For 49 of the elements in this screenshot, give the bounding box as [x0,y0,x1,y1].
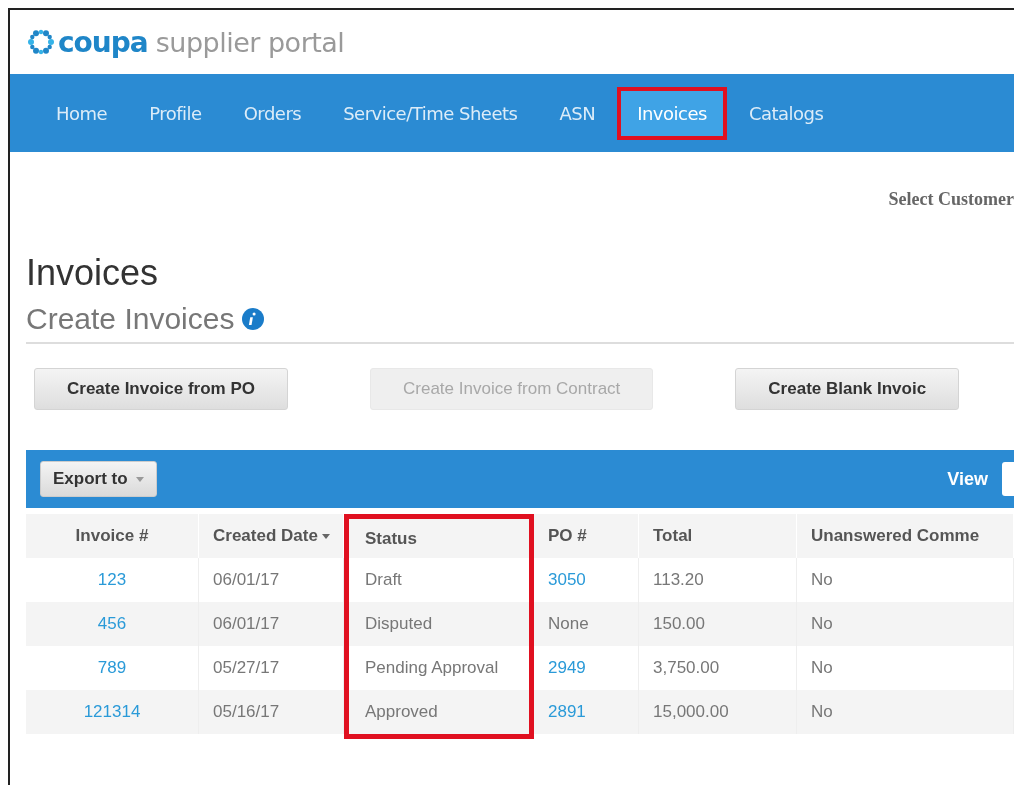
table-cell: Pending Approval [365,658,499,678]
table-link[interactable]: 2949 [548,658,586,678]
table-link[interactable]: 3050 [548,570,586,590]
table-link[interactable]: 2891 [548,702,586,722]
table-link[interactable]: 123 [97,570,127,590]
table-cell: 06/01/17 [213,614,280,634]
table-cell: 113.20 [653,570,704,590]
column-header[interactable]: Unanswered Comme [797,514,1014,558]
table-cell: No [811,570,833,590]
table-cell: 05/16/17 [213,702,280,722]
view-label: View [947,468,988,490]
view-field[interactable] [1002,462,1014,496]
nav-tab[interactable]: Orders [223,86,322,140]
create-button[interactable]: Create Blank Invoic [735,368,960,410]
table-cell: Draft [365,570,402,590]
table-cell: Approved [365,702,438,722]
nav-tab[interactable]: Catalogs [728,86,844,140]
table-cell: 3,750.00 [653,658,720,678]
table-cell: 150.00 [653,614,705,634]
info-icon [242,308,265,330]
export-button[interactable]: Export to [40,461,157,497]
create-button[interactable]: Create Invoice from PO [34,368,288,410]
logo-product: supplier portal [155,26,345,58]
table-cell: No [811,702,833,722]
table-cell: 06/01/17 [213,570,280,590]
nav-tab[interactable]: Profile [129,86,222,140]
logo-brand: coupa [58,25,148,59]
nav-tab[interactable]: Service/Time Sheets [323,86,538,140]
table-cell: Disputed [365,614,433,634]
section-title: Create Invoices [26,302,235,336]
table-cell: No [811,614,833,634]
table-link[interactable]: 456 [97,614,127,634]
column-header[interactable]: PO # [534,514,639,558]
table-cell: No [811,658,833,678]
table-cell: 05/27/17 [213,658,280,678]
table-link[interactable]: 121314 [83,702,141,722]
column-header[interactable]: Total [639,514,797,558]
table-cell: 15,000.00 [653,702,729,722]
caret-icon [135,476,144,482]
page-title: Invoices [26,252,160,294]
column-header[interactable]: Status [344,514,534,558]
table-link[interactable]: 789 [97,658,127,678]
nav-tab[interactable]: ASN [539,86,616,140]
nav-tab[interactable]: Home [36,86,128,140]
column-header[interactable]: Invoice # [26,514,199,558]
select-customer-label: Select Customer [888,189,1014,210]
column-header[interactable]: Created Date [199,514,344,558]
table-cell: None [548,614,589,634]
logo-icon [26,27,56,57]
